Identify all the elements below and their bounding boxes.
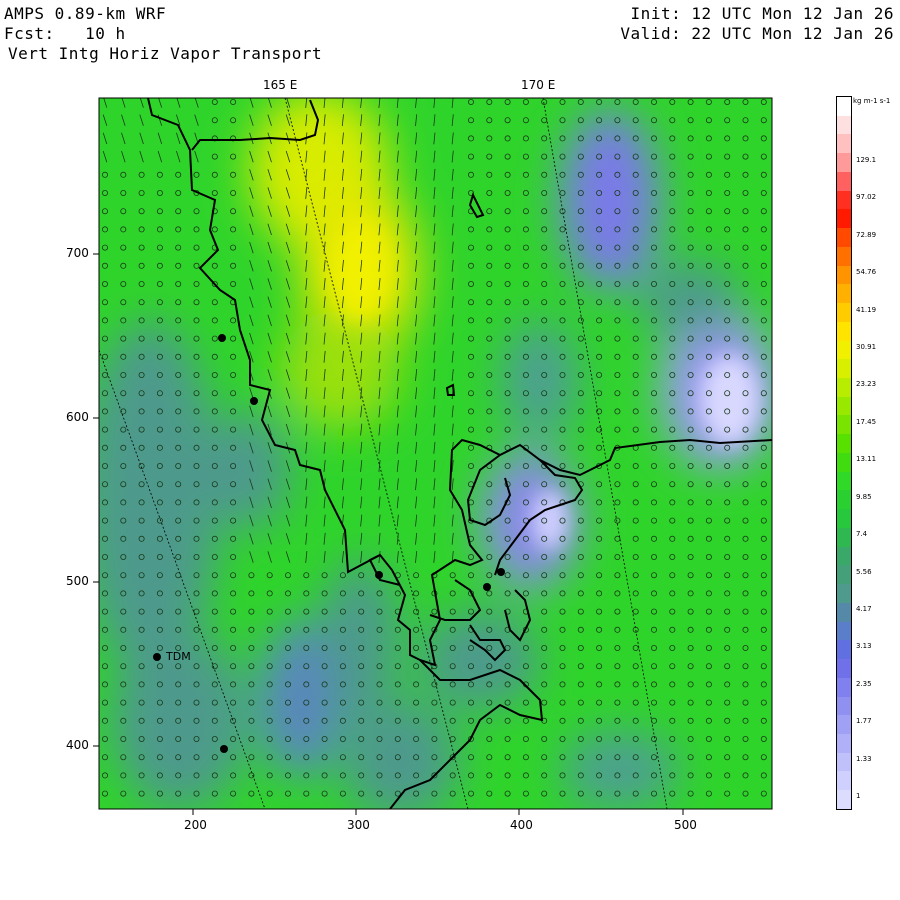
colorbar-swatch bbox=[837, 790, 851, 809]
colorbar-swatch bbox=[837, 490, 851, 510]
colorbar-label: 3.13 bbox=[856, 642, 872, 651]
colorbar-swatch bbox=[837, 246, 851, 266]
colorbar-swatch bbox=[837, 677, 851, 697]
colorbar-label: 1.33 bbox=[856, 754, 872, 763]
colorbar-label: 17.45 bbox=[856, 417, 877, 426]
colorbar-units: kg m-1 s-1 bbox=[853, 97, 891, 105]
station-label-tdm: TDM bbox=[166, 650, 191, 663]
colorbar-label: 1 bbox=[856, 792, 861, 800]
colorbar-swatches bbox=[837, 97, 851, 809]
colorbar-swatch bbox=[837, 359, 851, 379]
colorbar-swatch bbox=[837, 715, 851, 734]
colorbar-swatch bbox=[837, 378, 851, 397]
colorbar-swatch bbox=[837, 153, 851, 172]
colorbar-swatch bbox=[837, 771, 851, 791]
x-tick-300: 300 bbox=[347, 818, 370, 832]
colorbar-swatch bbox=[837, 340, 851, 360]
colorbar-swatch bbox=[837, 190, 851, 210]
colorbar-swatch bbox=[837, 228, 851, 247]
colorbar-swatch bbox=[837, 396, 851, 416]
colorbar-swatch bbox=[837, 284, 851, 304]
colorbar-swatch bbox=[837, 171, 851, 191]
colorbar-label: 5.56 bbox=[856, 567, 872, 576]
colorbar-label: 54.76 bbox=[856, 268, 877, 277]
colorbar-swatch bbox=[837, 434, 851, 453]
colorbar-swatch bbox=[837, 471, 851, 491]
map-plot bbox=[93, 97, 773, 815]
colorbar-swatch bbox=[837, 209, 851, 229]
colorbar-label: 41.19 bbox=[856, 305, 877, 314]
ivt-shading bbox=[99, 98, 772, 809]
colorbar-swatch bbox=[837, 321, 851, 341]
colorbar-swatch bbox=[837, 752, 851, 772]
colorbar-swatch bbox=[837, 621, 851, 641]
colorbar-swatch bbox=[837, 115, 851, 135]
colorbar-swatch bbox=[837, 733, 851, 753]
y-tick-700: 700 bbox=[66, 246, 89, 260]
colorbar-swatch bbox=[837, 546, 851, 566]
colorbar-swatch bbox=[837, 565, 851, 585]
colorbar-swatch bbox=[837, 602, 851, 622]
colorbar-swatch bbox=[837, 415, 851, 435]
colorbar-label: 2.35 bbox=[856, 679, 872, 688]
colorbar-swatch bbox=[837, 134, 851, 154]
y-tick-500: 500 bbox=[66, 574, 89, 588]
colorbar-swatch bbox=[837, 452, 851, 472]
colorbar-label: 72.89 bbox=[856, 230, 877, 239]
y-tick-400: 400 bbox=[66, 738, 89, 752]
colorbar-swatch bbox=[837, 584, 851, 603]
colorbar-swatch bbox=[837, 509, 851, 528]
x-tick-200: 200 bbox=[184, 818, 207, 832]
colorbar bbox=[836, 96, 852, 810]
colorbar-label: 30.91 bbox=[856, 343, 877, 352]
colorbar-swatch bbox=[837, 527, 851, 547]
x-tick-400: 400 bbox=[510, 818, 533, 832]
colorbar-label: 1.77 bbox=[856, 717, 872, 726]
colorbar-swatch bbox=[837, 265, 851, 285]
colorbar-swatch bbox=[837, 696, 851, 716]
colorbar-swatch bbox=[837, 97, 851, 116]
colorbar-label: 4.17 bbox=[856, 604, 872, 613]
colorbar-label: 7.4 bbox=[856, 530, 868, 539]
colorbar-label: 9.85 bbox=[856, 492, 872, 501]
colorbar-label: 23.23 bbox=[856, 380, 877, 389]
colorbar-swatch bbox=[837, 640, 851, 660]
colorbar-swatch bbox=[837, 659, 851, 678]
colorbar-label: 129.1 bbox=[856, 156, 877, 164]
y-tick-600: 600 bbox=[66, 410, 89, 424]
colorbar-label: 13.11 bbox=[856, 455, 877, 464]
x-tick-500: 500 bbox=[674, 818, 697, 832]
colorbar-label: 97.02 bbox=[856, 193, 877, 202]
colorbar-swatch bbox=[837, 303, 851, 322]
